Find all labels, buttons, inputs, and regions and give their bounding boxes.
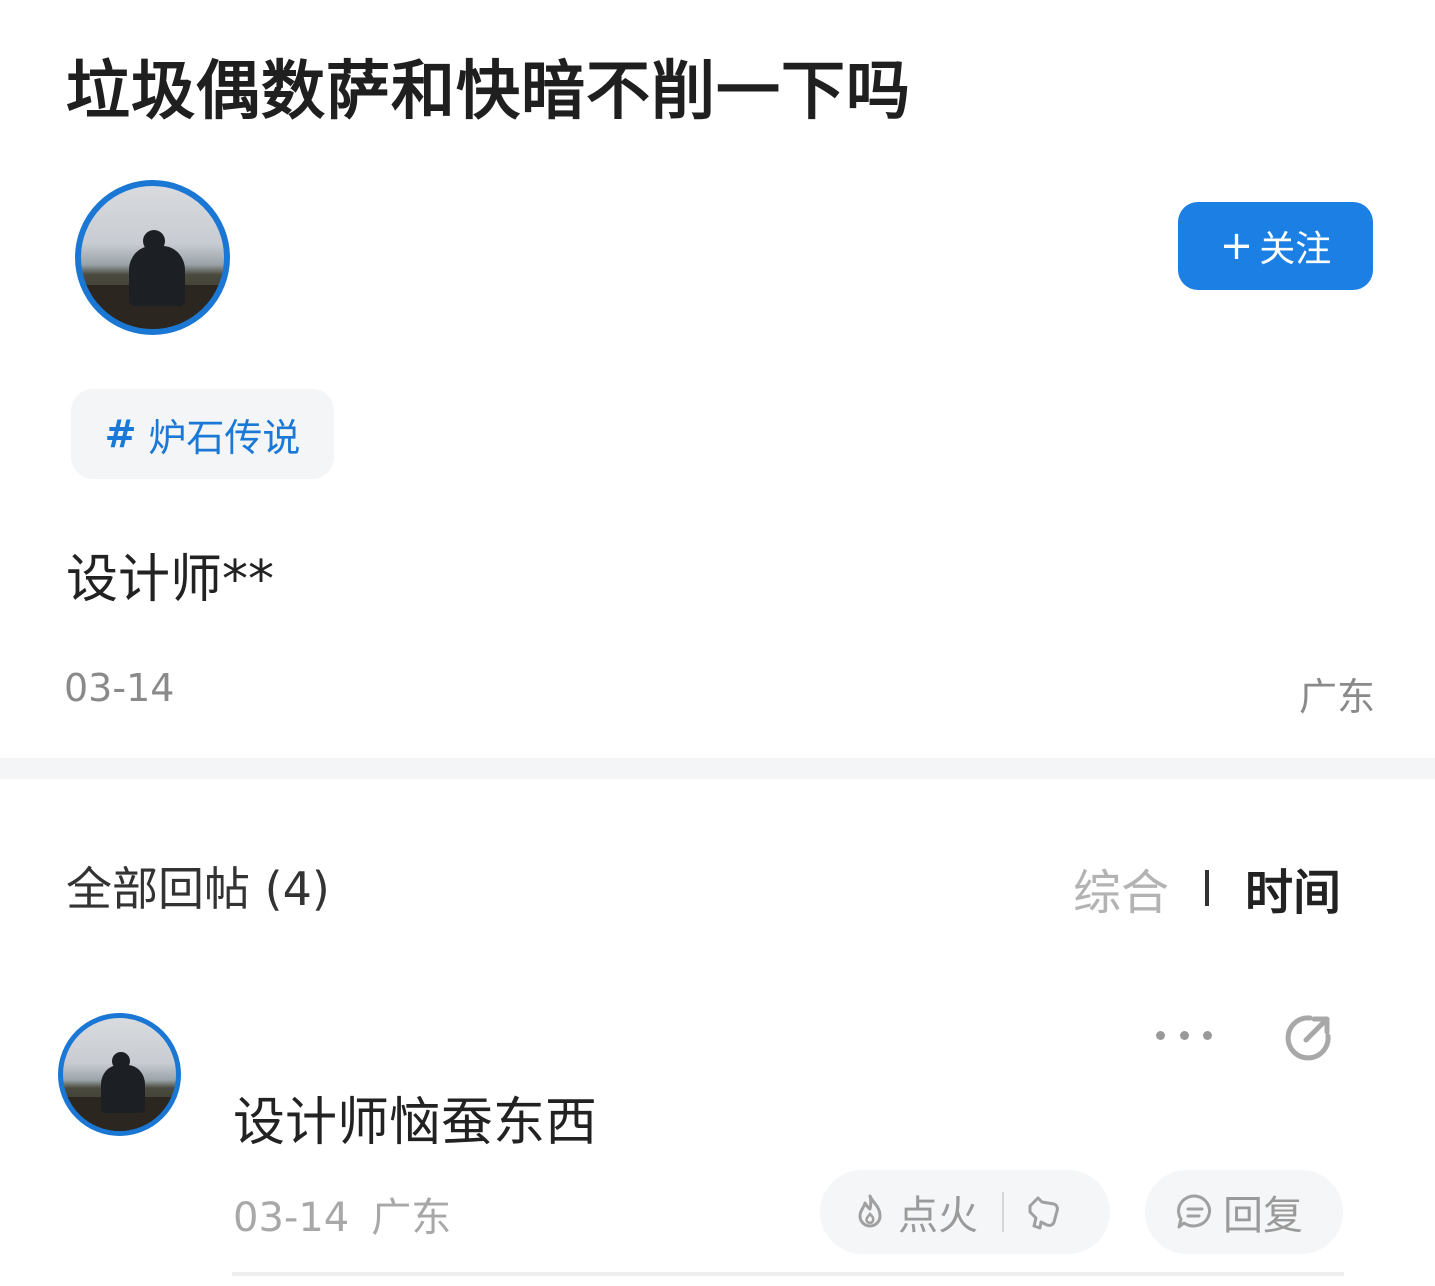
sort-option-time[interactable]: 时间 [1245,853,1341,923]
replies-header: 全部回帖 (4) [66,862,330,916]
fire-icon[interactable] [850,1192,890,1232]
post-title: 垃圾偶数萨和快暗不削一下吗 [66,55,911,129]
follow-label: 关注 [1259,229,1332,270]
reply-avatar[interactable] [58,1013,181,1136]
section-divider [0,758,1435,779]
like-label[interactable]: 点火 [898,1183,978,1241]
more-dot [1179,1030,1189,1040]
reply-label: 回复 [1223,1193,1303,1239]
share-icon-svg [1285,1015,1331,1061]
post-location: 广东 [1298,675,1375,719]
reply-action-pill[interactable]: 回复 [1145,1170,1343,1254]
reply-divider [232,1272,1344,1276]
comment-icon [1177,1194,1211,1229]
sort-option-comprehensive[interactable]: 综合 [1073,853,1169,923]
sort-separator [1204,870,1209,906]
topic-tag[interactable]: # 炉石传说 [71,389,334,479]
like-dislike-pill: 点火 [820,1170,1110,1254]
avatar-figure-head [112,1052,130,1070]
follow-button[interactable]: + 关注 [1178,202,1373,290]
post-date: 03-14 [64,666,175,710]
more-dot [1203,1030,1212,1040]
topic-name: 炉石传说 [148,415,301,460]
reply-date: 03-14 [233,1195,350,1241]
avatar-figure-body [129,246,185,306]
plus-icon: + [1219,223,1254,269]
more-dot [1156,1030,1165,1040]
reply-meta: 03-14 广东 [233,1185,451,1243]
hash-icon: # [104,412,137,456]
reply-text: 设计师恼蚕东西 [233,1093,598,1153]
reply-location: 广东 [371,1195,452,1241]
sort-bar: 综合 时间 [1073,853,1341,923]
avatar-figure-body [101,1065,145,1113]
author-avatar[interactable] [75,180,230,335]
avatar-figure-head [143,230,165,252]
pill-separator [1002,1192,1004,1232]
thumb-down-icon[interactable] [1024,1192,1064,1232]
share-icon[interactable] [1280,1010,1336,1066]
post-body: 设计师** [66,550,275,610]
more-icon[interactable] [1156,1015,1212,1055]
